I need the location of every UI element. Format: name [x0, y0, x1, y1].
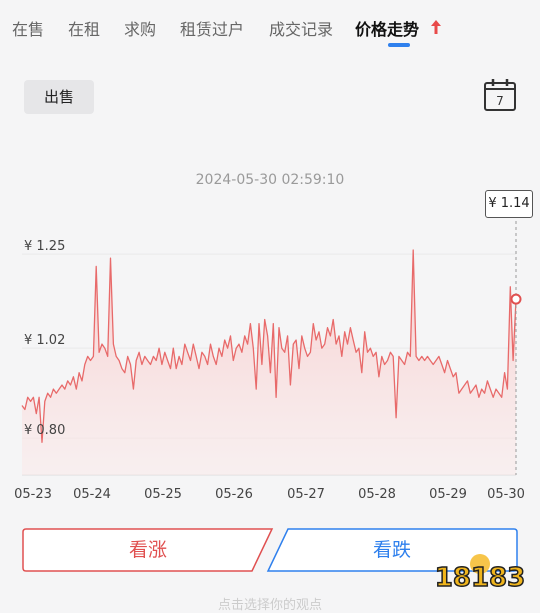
price-trend-chart: ¥ 1.25 ¥ 1.02 ¥ 0.80 05-23 05-24 05-25 05-26 05… — [14, 215, 525, 502]
bottom-hint: 点击选择你的观点 — [217, 598, 322, 613]
watermark-logo: 18183 — [434, 554, 526, 594]
x-tick-label: 05-24 — [73, 487, 111, 502]
svg-text:18183: 18183 — [435, 563, 525, 593]
tab-bar: 在售 在租 求购 租赁过户 成交记录 价格走势 — [0, 0, 540, 50]
calendar-day: 7 — [496, 94, 504, 108]
tab-lease-transfer[interactable]: 租赁过户 — [180, 16, 244, 40]
active-tab-indicator — [388, 43, 410, 47]
bullish-label: 看涨 — [128, 539, 167, 561]
trend-up-icon — [431, 20, 441, 34]
current-price-badge: ¥ 1.14 — [485, 190, 533, 218]
tab-transaction-records[interactable]: 成交记录 — [269, 16, 333, 40]
sell-filter-button[interactable]: 出售 — [24, 80, 94, 114]
x-tick-label: 05-26 — [215, 487, 253, 502]
y-tick-label: ¥ 1.02 — [24, 333, 65, 348]
tab-want-to-buy[interactable]: 求购 — [124, 16, 156, 40]
x-tick-label: 05-29 — [429, 487, 467, 502]
x-tick-label: 05-27 — [287, 487, 325, 502]
chart-timestamp: 2024-05-30 02:59:10 — [195, 172, 345, 188]
tab-on-sale[interactable]: 在售 — [12, 16, 44, 40]
x-tick-label: 05-30 — [487, 487, 525, 502]
tab-price-trend[interactable]: 价格走势 — [355, 16, 419, 40]
x-tick-label: 05-28 — [358, 487, 396, 502]
bearish-label: 看跌 — [372, 539, 411, 561]
y-tick-label: ¥ 1.25 — [24, 239, 65, 254]
current-price-marker — [510, 293, 522, 305]
calendar-icon[interactable]: 7 — [483, 78, 517, 112]
x-tick-label: 05-25 — [144, 487, 182, 502]
bullish-button[interactable]: 看涨 — [22, 528, 274, 572]
y-tick-label: ¥ 0.80 — [24, 423, 65, 438]
x-tick-label: 05-23 — [14, 487, 52, 502]
tab-for-rent[interactable]: 在租 — [68, 16, 100, 40]
